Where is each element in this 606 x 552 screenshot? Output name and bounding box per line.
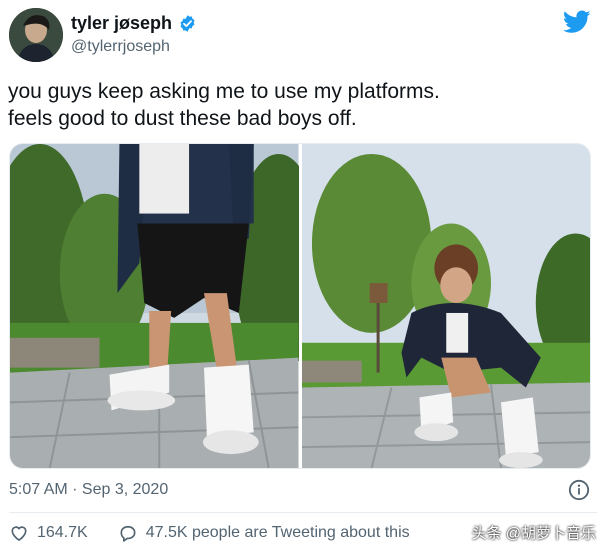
author-handle[interactable]: @tylerrjoseph <box>71 38 170 56</box>
tweet-media[interactable] <box>9 143 591 469</box>
photo-1-image <box>10 144 299 468</box>
verified-badge-icon <box>180 15 195 32</box>
heart-icon <box>11 526 27 542</box>
tweet-timestamp[interactable]: 5:07 AM · Sep 3, 2020 <box>9 481 168 499</box>
speech-bubble-icon <box>120 525 136 542</box>
avatar-image <box>9 8 63 62</box>
tweet-photo-2[interactable] <box>301 144 590 468</box>
avatar[interactable] <box>9 8 63 62</box>
author-name-row[interactable]: tyler jøseph <box>71 13 197 34</box>
tweet-text: you guys keep asking me to use my platfo… <box>8 78 598 132</box>
display-name[interactable]: tyler jøseph <box>71 13 172 34</box>
watermark: 头条 @胡萝卜音乐 <box>471 525 596 542</box>
like-button[interactable]: 164.7K <box>9 523 88 543</box>
divider <box>9 512 597 513</box>
info-icon[interactable] <box>568 479 590 501</box>
tweet-photo-1[interactable] <box>10 144 299 468</box>
twitter-bird-icon[interactable] <box>563 10 591 34</box>
photo-2-image <box>301 144 590 468</box>
tweet-text-line-2: feels good to dust these bad boys off. <box>8 107 357 130</box>
tweet-text-line-1: you guys keep asking me to use my platfo… <box>8 80 440 103</box>
tweet-actions: 164.7K 47.5K people are Tweeting about t… <box>9 523 440 543</box>
tweeting-about-link[interactable]: 47.5K people are Tweeting about this <box>118 523 410 543</box>
tweet-card: tyler jøseph @tylerrjoseph you guys keep… <box>0 0 606 552</box>
tweeting-about-text: 47.5K people are Tweeting about this <box>145 524 410 541</box>
like-count: 164.7K <box>37 524 88 541</box>
